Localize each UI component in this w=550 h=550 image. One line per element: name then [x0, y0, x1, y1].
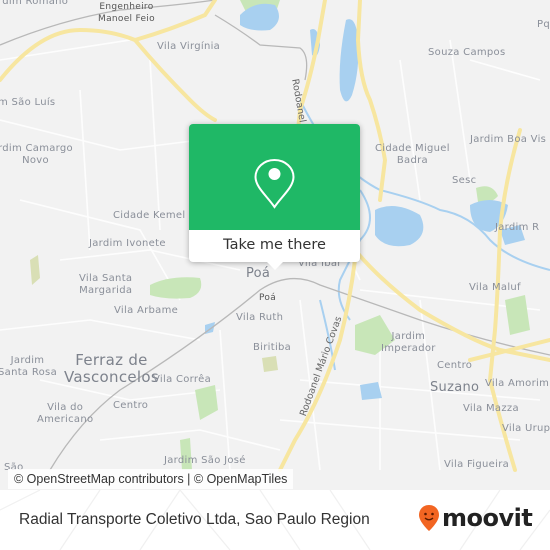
moovit-pin-icon — [419, 505, 439, 531]
place-label: Jardim R — [495, 222, 540, 233]
map-view[interactable]: rdim Romano Engenheiro Manoel Feio Vila Vi… — [0, 0, 550, 490]
place-label: Vila Mazza — [463, 403, 519, 414]
map-attribution[interactable]: © OpenStreetMap contributors | © OpenMap… — [8, 469, 294, 489]
place-label: Vila Ruth — [236, 312, 284, 323]
place-label: rdim Camargo Novo — [0, 143, 73, 166]
place-label: Pq — [537, 19, 550, 30]
place-label: Vila Maluf — [469, 282, 521, 293]
place-label: Vila Urup — [502, 423, 550, 434]
popup-pointer — [266, 261, 284, 270]
footer-bar: Radial Transporte Coletivo Ltda, Sao Pau… — [0, 490, 550, 550]
place-label: rdim Romano — [0, 0, 69, 7]
place-label: Suzano — [430, 380, 480, 395]
take-me-there-button[interactable]: Take me there — [189, 230, 360, 262]
place-label: Biritiba — [253, 342, 292, 353]
place-label: Vila Corrêa — [153, 374, 211, 385]
place-label: Engenheiro Manoel Feio — [98, 2, 155, 24]
place-label: Vila Santa Margarida — [79, 273, 133, 296]
place-label: Jardim Imperador — [381, 331, 436, 354]
place-label: Souza Campos — [428, 47, 506, 58]
place-label: Jardim Santa Rosa — [0, 355, 57, 378]
place-label: Centro — [113, 400, 149, 411]
place-label: Vila do Americano — [37, 402, 94, 425]
place-label: Centro — [437, 360, 473, 371]
place-label: Vila Figueira — [444, 459, 510, 470]
popup-header — [189, 124, 360, 230]
place-label: Vila Virgínia — [157, 41, 221, 52]
place-label: Vila Amorim — [485, 378, 550, 389]
map-pin-icon — [254, 158, 295, 209]
place-label: Cidade Miguel Badra — [375, 143, 450, 166]
moovit-logo[interactable]: moovit — [418, 503, 533, 533]
place-label: Cidade Kemel — [113, 210, 186, 221]
place-label: m São Luís — [0, 97, 56, 108]
place-label: Jardim Ivonete — [89, 238, 166, 249]
place-label: Jardim São José — [164, 455, 246, 466]
place-label: Poá — [259, 293, 277, 303]
place-label: Vila Arbame — [114, 305, 179, 316]
agency-title: Radial Transporte Coletivo Ltda, Sao Pau… — [19, 511, 370, 528]
place-label: Sesc — [452, 175, 477, 186]
place-label: Jardim Boa Vis — [470, 134, 547, 145]
location-popup: Take me there — [189, 124, 360, 270]
moovit-wordmark: moovit — [442, 504, 533, 532]
place-label: Ferraz de Vasconcelos — [64, 351, 159, 386]
